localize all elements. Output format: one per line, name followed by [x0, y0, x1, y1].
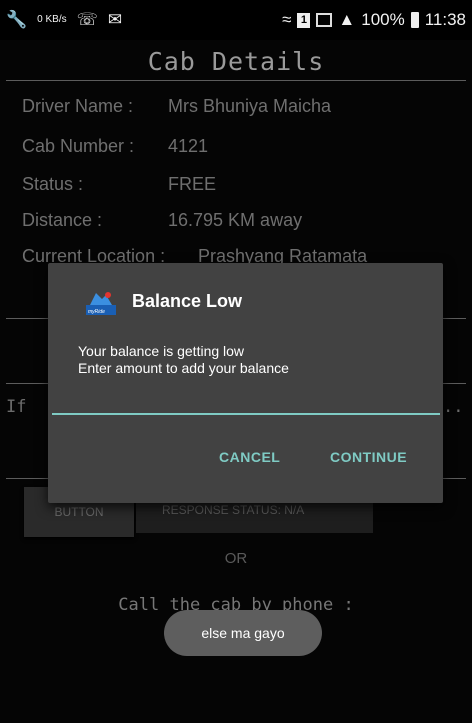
- battery-percent: 100%: [361, 10, 405, 29]
- data-speed-icon: 0 KB/s: [37, 14, 67, 25]
- dialog-message-line: Your balance is getting low: [78, 343, 245, 359]
- row-label: Status :: [22, 174, 84, 194]
- clock: 11:38: [424, 10, 466, 29]
- cab-number-row: Cab Number : 4121: [22, 136, 208, 157]
- signal-box-icon: [316, 13, 333, 27]
- title-divider: [6, 80, 466, 81]
- row-value: 16.795 KM away: [168, 210, 303, 230]
- app-logo-icon: myRide: [86, 292, 116, 315]
- wrench-icon: 🔧: [6, 10, 28, 29]
- wifi-call-icon: ≈: [282, 10, 292, 29]
- app-logo-text: myRide: [88, 309, 105, 315]
- status-bar-right: ≈ 1 ▲ 100% 11:38: [282, 10, 466, 30]
- or-separator: OR: [224, 550, 248, 567]
- signal-bars-icon: ▲: [338, 10, 356, 29]
- driver-name-row: Driver Name : Mrs Bhuniya Maicha: [22, 96, 331, 117]
- whatsapp-icon: ☏: [76, 10, 98, 29]
- mail-icon: ✉: [107, 10, 123, 29]
- amount-input[interactable]: [52, 381, 440, 415]
- row-label: Driver Name :: [22, 96, 134, 116]
- toast-message: else ma gayo: [164, 610, 322, 656]
- if-text: If: [6, 397, 27, 417]
- row-value: FREE: [168, 174, 217, 194]
- dialog-title: Balance Low: [132, 291, 243, 311]
- status-bar-left: 🔧 0 KB/s ☏ ✉: [6, 10, 122, 30]
- status-bar: 🔧 0 KB/s ☏ ✉ ≈ 1 ▲ 100% 11:38: [0, 0, 472, 40]
- sim-icon: 1: [297, 12, 311, 28]
- battery-icon: [410, 12, 419, 28]
- dialog-message-line: Enter amount to add your balance: [78, 360, 289, 376]
- continue-button[interactable]: CONTINUE: [324, 445, 413, 469]
- cancel-button[interactable]: CANCEL: [213, 445, 286, 469]
- status-row: Status : FREE: [22, 174, 216, 195]
- row-label: Cab Number :: [22, 136, 135, 156]
- dialog-message: Your balance is getting low Enter amount…: [78, 343, 289, 377]
- distance-row: Distance : 16.795 KM away: [22, 210, 302, 231]
- row-value: 4121: [168, 136, 209, 156]
- balance-low-dialog: myRide Balance Low Your balance is getti…: [48, 263, 443, 503]
- row-label: Distance :: [22, 210, 103, 230]
- page-title: Cab Details: [147, 47, 325, 76]
- row-value: Mrs Bhuniya Maicha: [168, 96, 332, 116]
- if-text-overflow: ..: [443, 397, 464, 417]
